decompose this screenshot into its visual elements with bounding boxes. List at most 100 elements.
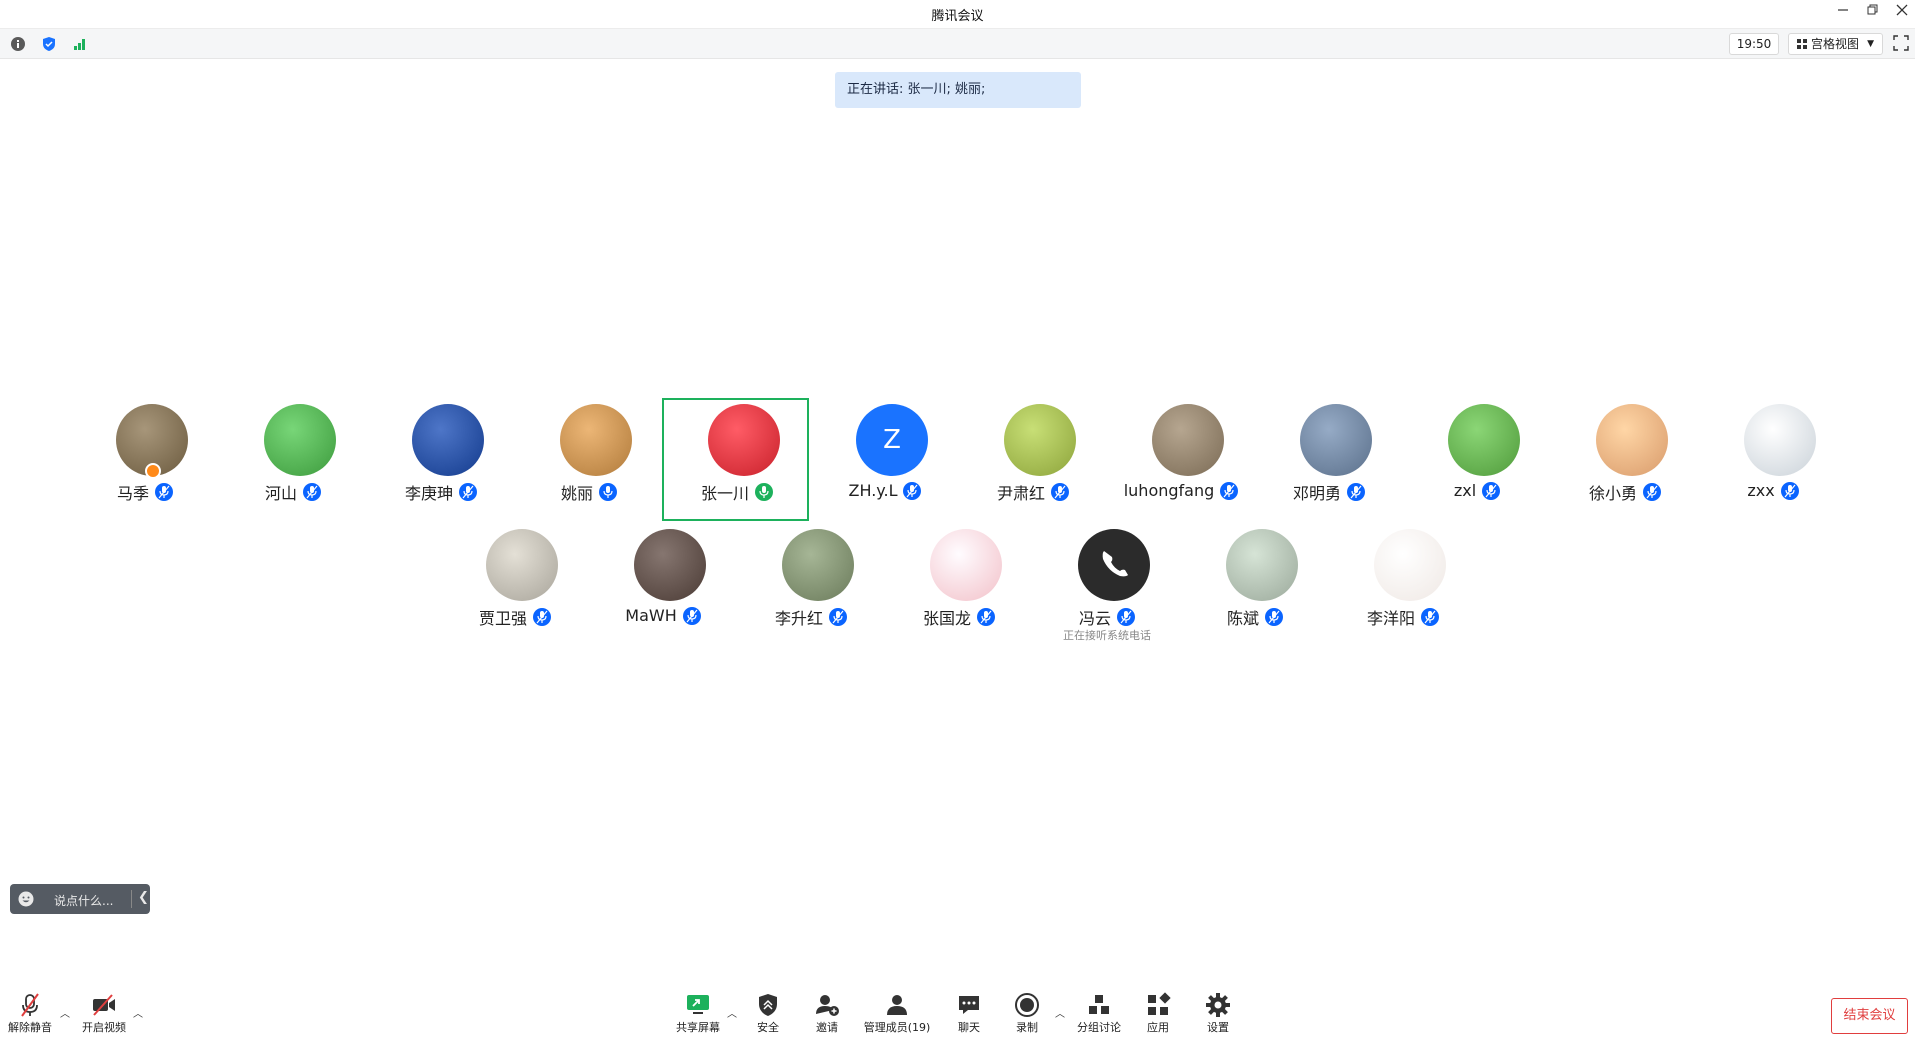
mic-muted-icon <box>829 608 847 626</box>
breakout-rooms-button[interactable]: 分组讨论 <box>1074 992 1124 1035</box>
participant-tile[interactable]: 冯云 正在接听系统电话 <box>1032 523 1182 653</box>
participant-tile[interactable]: 陈斌 <box>1180 523 1330 653</box>
end-meeting-button[interactable]: 结束会议 <box>1831 998 1908 1034</box>
avatar <box>782 529 854 601</box>
mic-on-icon <box>599 483 617 501</box>
participant-tile[interactable]: 邓明勇 <box>1254 398 1404 528</box>
participant-tile[interactable]: 李升红 <box>736 523 886 653</box>
share-options-chevron-icon[interactable]: ︿ <box>727 1005 737 1020</box>
avatar <box>486 529 558 601</box>
avatar <box>708 404 780 476</box>
participant-name-row: zxl <box>1402 480 1552 500</box>
participant-tile[interactable]: 张国龙 <box>884 523 1034 653</box>
avatar <box>1078 529 1150 601</box>
mic-muted-icon <box>155 483 173 501</box>
participant-name-row: 姚丽 <box>514 480 664 504</box>
participant-name: luhongfang <box>1123 481 1215 500</box>
close-icon <box>1896 4 1908 16</box>
video-options-chevron-icon[interactable]: ︿ <box>133 1005 143 1020</box>
participant-tile[interactable]: 李庚珅 <box>366 398 516 528</box>
settings-label: 设置 <box>1207 1021 1229 1034</box>
restore-button[interactable] <box>1862 3 1884 23</box>
apps-button[interactable]: 应用 <box>1142 992 1174 1035</box>
chat-placeholder[interactable]: 说点什么... <box>54 892 113 909</box>
audio-options-chevron-icon[interactable]: ︿ <box>60 1005 70 1020</box>
participant-name: 姚丽 <box>560 484 593 503</box>
security-shield-icon[interactable] <box>41 36 57 52</box>
close-button[interactable] <box>1891 3 1913 23</box>
participant-name: 冯云 <box>1078 609 1111 628</box>
start-video-button[interactable]: 开启视频 <box>80 992 128 1035</box>
participant-tile[interactable]: 徐小勇 <box>1550 398 1700 528</box>
network-signal-icon[interactable] <box>72 36 88 52</box>
invite-button[interactable]: 邀请 <box>811 992 843 1035</box>
security-label: 安全 <box>757 1021 779 1034</box>
participant-name: 徐小勇 <box>1588 484 1637 503</box>
emoji-icon[interactable] <box>18 891 34 907</box>
participant-tile[interactable]: luhongfang <box>1106 398 1256 528</box>
participant-name: 邓明勇 <box>1292 484 1341 503</box>
manage-members-button[interactable]: 管理成员(19) <box>862 992 932 1035</box>
participant-name-row: 张一川 <box>662 480 812 504</box>
participant-name: 贾卫强 <box>478 609 527 628</box>
mic-on-icon <box>755 483 773 501</box>
security-button[interactable]: 安全 <box>752 992 784 1035</box>
participant-name: 李庚珅 <box>404 484 453 503</box>
settings-button[interactable]: 设置 <box>1202 992 1234 1035</box>
record-button[interactable]: 录制 <box>1011 992 1043 1035</box>
participant-name-row: 李升红 <box>736 605 886 629</box>
collapse-chevron-icon[interactable]: ❮ <box>138 890 149 905</box>
participant-name-row: luhongfang <box>1106 480 1256 500</box>
participant-tile[interactable]: 尹肃红 <box>958 398 1108 528</box>
minimize-icon <box>1838 9 1848 11</box>
participant-tile[interactable]: zxx <box>1698 398 1848 528</box>
participant-name: 尹肃红 <box>996 484 1045 503</box>
participant-tile[interactable]: 马季 <box>70 398 220 528</box>
unmute-label: 解除静音 <box>8 1021 52 1034</box>
record-label: 录制 <box>1016 1021 1038 1034</box>
avatar <box>1226 529 1298 601</box>
participant-name: 陈斌 <box>1226 609 1259 628</box>
chat-quick-input[interactable]: 说点什么... ❮ <box>10 884 150 914</box>
unmute-button[interactable]: 解除静音 <box>8 992 52 1035</box>
minimize-button[interactable] <box>1832 3 1854 23</box>
participant-tile[interactable]: zxl <box>1402 398 1552 528</box>
participant-name: 张一川 <box>700 484 749 503</box>
avatar <box>1374 529 1446 601</box>
record-options-chevron-icon[interactable]: ︿ <box>1055 1005 1065 1020</box>
avatar <box>264 404 336 476</box>
view-mode-dropdown[interactable]: 宫格视图 ▼ <box>1788 33 1883 55</box>
share-screen-button[interactable]: 共享屏幕 <box>673 992 723 1035</box>
mic-muted-icon <box>977 608 995 626</box>
avatar <box>560 404 632 476</box>
participant-tile[interactable]: 贾卫强 <box>440 523 590 653</box>
participant-tile[interactable]: 河山 <box>218 398 368 528</box>
mic-muted-icon <box>459 483 477 501</box>
participant-name: 张国龙 <box>922 609 971 628</box>
participant-tile[interactable]: MaWH <box>588 523 738 653</box>
mic-muted-icon <box>1220 481 1239 500</box>
mic-muted-icon <box>1780 481 1799 500</box>
participant-name: MaWH <box>625 606 677 625</box>
view-mode-label: 宫格视图 <box>1811 37 1860 51</box>
avatar <box>1448 404 1520 476</box>
fullscreen-icon[interactable] <box>1893 35 1909 51</box>
participant-name-row: 李洋阳 <box>1328 605 1478 629</box>
participant-name-row: 马季 <box>70 480 220 504</box>
participant-tile[interactable]: 李洋阳 <box>1328 523 1478 653</box>
participant-tile[interactable]: 张一川 <box>662 398 812 528</box>
info-icon[interactable] <box>10 36 26 52</box>
gear-icon <box>1206 993 1230 1017</box>
restore-icon <box>1867 4 1878 15</box>
shield-icon <box>759 994 777 1016</box>
chat-button[interactable]: 聊天 <box>953 992 985 1035</box>
window-title: 腾讯会议 <box>931 9 984 24</box>
participant-tile[interactable]: 姚丽 <box>514 398 664 528</box>
avatar <box>1300 404 1372 476</box>
grid-view-icon <box>1797 39 1807 49</box>
participant-name-row: MaWH <box>588 605 738 625</box>
mic-muted-icon <box>1347 483 1365 501</box>
participant-name-row: 冯云 <box>1032 605 1182 629</box>
participant-name-row: 贾卫强 <box>440 605 590 629</box>
participant-tile[interactable]: Z ZH.y.L <box>810 398 960 528</box>
